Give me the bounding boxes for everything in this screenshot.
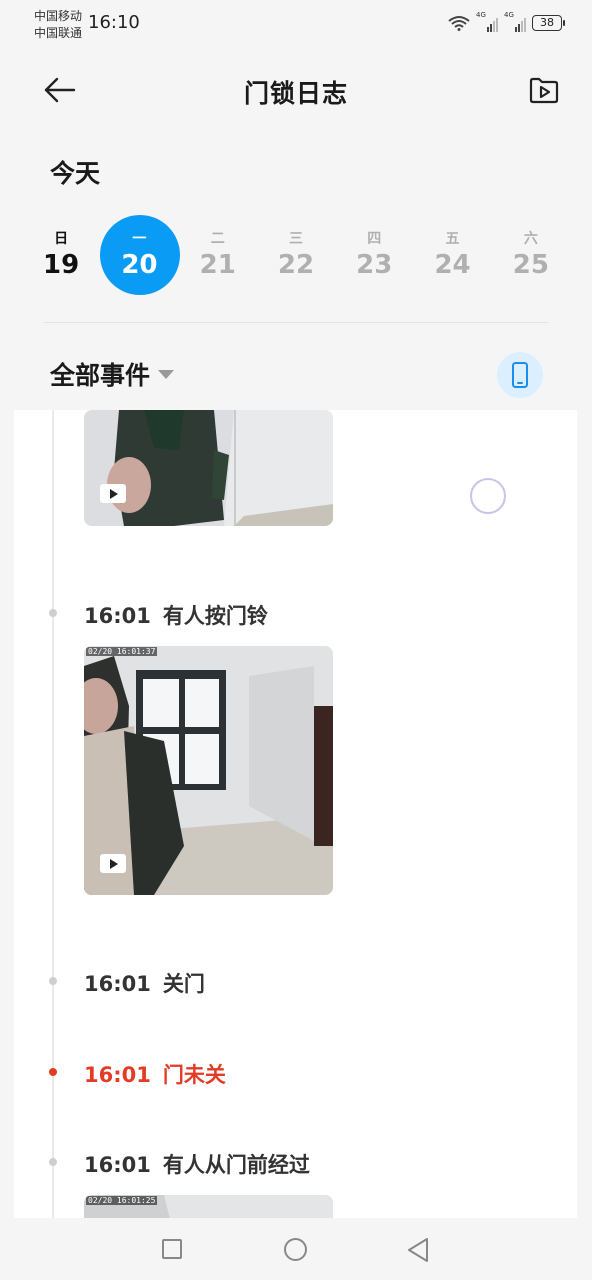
day-number: 23 bbox=[356, 250, 393, 280]
page-title: 门锁日志 bbox=[243, 79, 348, 108]
play-icon bbox=[100, 854, 126, 873]
day-weekday: 二 bbox=[210, 231, 225, 247]
event-video-thumbnail[interactable]: 02/20 16:01:37 bbox=[84, 646, 333, 895]
system-nav-bar bbox=[0, 1218, 592, 1280]
event-time: 16:01 bbox=[84, 604, 151, 628]
event-item-alert[interactable]: 16:01 门未关 bbox=[84, 1059, 226, 1089]
loading-spinner bbox=[470, 478, 506, 514]
signal-icon-1: 4G bbox=[476, 11, 498, 32]
circle-icon[interactable] bbox=[284, 1238, 307, 1261]
day-number: 24 bbox=[434, 250, 471, 280]
status-icons: 4G 4G 38 bbox=[448, 11, 565, 32]
event-time: 16:01 bbox=[84, 972, 151, 996]
square-icon[interactable] bbox=[162, 1239, 182, 1259]
carrier-names: 中国移动 中国联通 bbox=[34, 8, 82, 42]
day-weekday: 三 bbox=[288, 231, 303, 247]
video-timestamp: 02/20 16:01:37 bbox=[86, 647, 158, 656]
day-number: 20 bbox=[121, 250, 158, 280]
timeline-dot bbox=[49, 977, 57, 985]
door-lock-log-screen: 中国移动 中国联通 16:10 4G 4G 38 门锁日志 今天 日 19 一 … bbox=[0, 0, 592, 1280]
event-filter-dropdown[interactable]: 全部事件 bbox=[50, 356, 175, 392]
divider bbox=[44, 322, 548, 323]
timeline-dot-alert bbox=[49, 1068, 57, 1076]
day-weekday: 五 bbox=[445, 231, 460, 247]
event-item[interactable]: 16:01 有人从门前经过 bbox=[84, 1149, 310, 1179]
day-23[interactable]: 四 23 bbox=[335, 214, 413, 296]
event-filter-label: 全部事件 bbox=[50, 361, 151, 390]
day-number: 21 bbox=[199, 250, 236, 280]
day-number: 25 bbox=[512, 250, 549, 280]
video-folder-icon bbox=[529, 77, 559, 104]
day-number: 19 bbox=[43, 250, 80, 280]
day-weekday: 四 bbox=[367, 231, 382, 247]
day-weekday: 一 bbox=[132, 231, 147, 247]
day-22[interactable]: 三 22 bbox=[257, 214, 335, 296]
timeline-dot bbox=[49, 1158, 57, 1166]
phone-button[interactable] bbox=[497, 352, 543, 398]
caret-down-icon bbox=[158, 369, 175, 379]
event-timeline: 16:01 有人按门铃 02/20 16:01:37 16:01 关门 16:0… bbox=[14, 410, 577, 1218]
day-weekday: 六 bbox=[523, 231, 538, 247]
day-25[interactable]: 六 25 bbox=[492, 214, 570, 296]
signal-icon-2: 4G bbox=[504, 11, 526, 32]
today-label: 今天 bbox=[50, 159, 101, 188]
day-24[interactable]: 五 24 bbox=[413, 214, 491, 296]
event-time: 16:01 bbox=[84, 1063, 151, 1087]
status-bar: 中国移动 中国联通 16:10 4G 4G 38 bbox=[0, 0, 592, 50]
triangle-back-icon[interactable] bbox=[406, 1237, 430, 1263]
wifi-icon bbox=[448, 16, 470, 31]
signal-2-label: 4G bbox=[504, 11, 514, 19]
day-20-selected[interactable]: 一 20 bbox=[100, 214, 181, 296]
event-description: 有人按门铃 bbox=[162, 604, 268, 628]
title-bar: 门锁日志 bbox=[0, 60, 592, 120]
event-time: 16:01 bbox=[84, 1153, 151, 1177]
event-description: 关门 bbox=[162, 972, 205, 996]
carrier-2: 中国联通 bbox=[34, 26, 83, 40]
event-item[interactable]: 16:01 有人按门铃 bbox=[84, 600, 268, 630]
timeline-dot bbox=[49, 609, 57, 617]
battery-indicator: 38 bbox=[532, 15, 565, 31]
day-weekday: 日 bbox=[54, 231, 69, 247]
video-timestamp: 02/20 16:01:25 bbox=[86, 1196, 158, 1205]
event-video-thumbnail[interactable]: 02/20 16:01:25 bbox=[84, 1195, 333, 1218]
play-icon bbox=[100, 484, 126, 503]
event-description: 门未关 bbox=[162, 1063, 226, 1087]
event-description: 有人从门前经过 bbox=[162, 1153, 310, 1177]
video-frame-image bbox=[84, 410, 333, 526]
timeline-line bbox=[52, 410, 54, 1218]
video-records-button[interactable] bbox=[528, 74, 560, 106]
event-video-thumbnail[interactable] bbox=[84, 410, 333, 526]
week-day-selector: 日 19 一 20 二 21 三 22 四 23 五 24 六 25 bbox=[22, 214, 570, 296]
day-19[interactable]: 日 19 bbox=[22, 214, 100, 296]
status-time: 16:10 bbox=[88, 12, 140, 33]
day-21[interactable]: 二 21 bbox=[179, 214, 257, 296]
carrier-1: 中国移动 bbox=[34, 9, 83, 23]
phone-icon bbox=[512, 362, 528, 388]
day-number: 22 bbox=[277, 250, 315, 280]
event-item[interactable]: 16:01 关门 bbox=[84, 968, 205, 998]
signal-1-label: 4G bbox=[476, 11, 486, 19]
